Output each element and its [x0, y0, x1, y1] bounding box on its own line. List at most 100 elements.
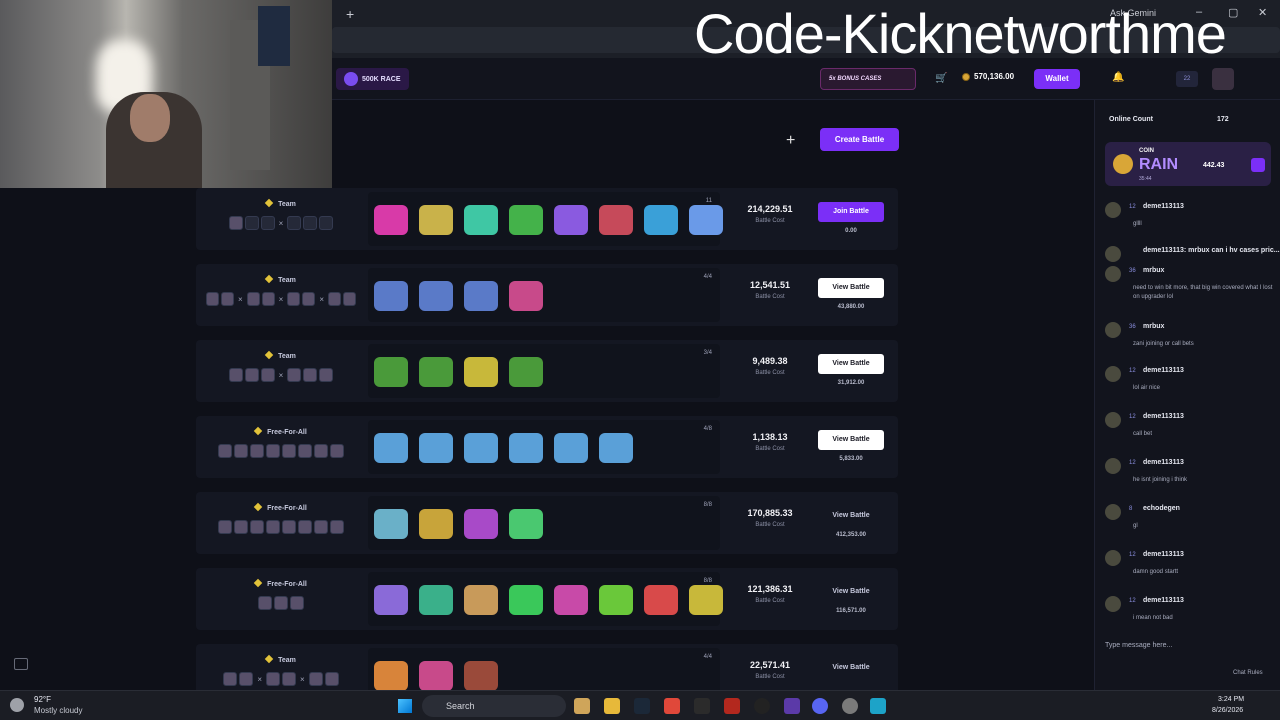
- player-avatar[interactable]: [298, 520, 312, 534]
- view-battle-button[interactable]: View Battle: [818, 658, 884, 678]
- player-avatar[interactable]: [314, 520, 328, 534]
- avatar[interactable]: [1105, 550, 1121, 566]
- chat-toggle-icon[interactable]: [14, 658, 28, 670]
- username[interactable]: deme113113: [1143, 597, 1184, 604]
- empty-seat[interactable]: [303, 216, 318, 230]
- player-avatar[interactable]: [319, 368, 334, 382]
- race-banner[interactable]: 500K RACE: [336, 68, 409, 90]
- app-icon-blue[interactable]: [870, 698, 886, 714]
- username[interactable]: deme113113: mrbux can i hv cases pric...: [1143, 247, 1280, 254]
- username[interactable]: mrbux: [1143, 323, 1164, 330]
- player-avatar[interactable]: [260, 368, 275, 382]
- rain-join-button[interactable]: [1251, 158, 1265, 172]
- twitch-icon[interactable]: [784, 698, 800, 714]
- avatar[interactable]: [1105, 246, 1121, 262]
- avatar[interactable]: [1212, 68, 1234, 90]
- empty-seat[interactable]: [244, 216, 259, 230]
- player-avatar[interactable]: [244, 368, 259, 382]
- player-avatar[interactable]: [328, 292, 342, 306]
- empty-seat[interactable]: [260, 216, 275, 230]
- cart-icon[interactable]: 🛒: [935, 73, 947, 84]
- player-avatar[interactable]: [221, 292, 234, 306]
- player-avatar[interactable]: [258, 596, 272, 610]
- rain-widget[interactable]: COIN RAIN 35:44 442.43: [1105, 142, 1271, 186]
- player-avatar[interactable]: [218, 520, 232, 534]
- username[interactable]: deme113113: [1143, 459, 1184, 466]
- avatar[interactable]: [1105, 412, 1121, 428]
- github-icon[interactable]: [754, 698, 770, 714]
- avatar[interactable]: [1105, 458, 1121, 474]
- player-avatar[interactable]: [228, 216, 243, 230]
- player-avatar[interactable]: [261, 292, 275, 306]
- player-avatar[interactable]: [266, 672, 280, 686]
- view-battle-button[interactable]: View Battle: [818, 582, 884, 602]
- player-avatar[interactable]: [287, 368, 302, 382]
- view-battle-button[interactable]: View Battle: [818, 278, 884, 298]
- chat-rules-link[interactable]: Chat Rules: [1233, 670, 1263, 676]
- empty-seat[interactable]: [287, 216, 302, 230]
- player-avatar[interactable]: [218, 444, 232, 458]
- chat-input[interactable]: Type message here...: [1105, 642, 1271, 654]
- avatar[interactable]: [1105, 202, 1121, 218]
- player-avatar[interactable]: [308, 672, 323, 686]
- taskbar-search[interactable]: Search: [422, 695, 566, 717]
- wallet-button[interactable]: Wallet: [1034, 69, 1080, 89]
- avatar[interactable]: [1105, 504, 1121, 520]
- discord-icon[interactable]: [812, 698, 828, 714]
- close-icon[interactable]: ✕: [1258, 6, 1267, 19]
- maximize-icon[interactable]: ▢: [1228, 6, 1238, 19]
- player-avatar[interactable]: [303, 368, 318, 382]
- username[interactable]: deme113113: [1143, 367, 1184, 374]
- chrome-icon[interactable]: [664, 698, 680, 714]
- view-battle-button[interactable]: View Battle: [818, 506, 884, 526]
- player-avatar[interactable]: [298, 444, 312, 458]
- player-avatar[interactable]: [274, 596, 288, 610]
- player-avatar[interactable]: [266, 444, 280, 458]
- join-battle-button[interactable]: Join Battle: [818, 202, 884, 222]
- app-icon-gray[interactable]: [842, 698, 858, 714]
- player-avatar[interactable]: [287, 292, 301, 306]
- player-avatar[interactable]: [282, 520, 296, 534]
- windows-start-icon[interactable]: [398, 699, 412, 713]
- player-avatar[interactable]: [324, 672, 339, 686]
- avatar[interactable]: [1105, 366, 1121, 382]
- username[interactable]: deme113113: [1143, 551, 1184, 558]
- app-icon[interactable]: [694, 698, 710, 714]
- player-avatar[interactable]: [206, 292, 219, 306]
- player-avatar[interactable]: [266, 520, 280, 534]
- player-avatar[interactable]: [239, 672, 254, 686]
- empty-seat[interactable]: [319, 216, 334, 230]
- view-battle-button[interactable]: View Battle: [818, 430, 884, 450]
- player-avatar[interactable]: [223, 672, 238, 686]
- new-tab-button[interactable]: +: [346, 6, 354, 22]
- steam-icon[interactable]: [634, 698, 650, 714]
- player-avatar[interactable]: [302, 292, 316, 306]
- player-avatar[interactable]: [330, 520, 344, 534]
- player-avatar[interactable]: [234, 444, 248, 458]
- bonus-cases-button[interactable]: 5x BONUS CASES: [820, 68, 916, 90]
- username[interactable]: deme113113: [1143, 413, 1184, 420]
- username[interactable]: echodegen: [1143, 505, 1180, 512]
- player-avatar[interactable]: [282, 444, 296, 458]
- player-avatar[interactable]: [330, 444, 344, 458]
- username[interactable]: mrbux: [1143, 267, 1164, 274]
- player-avatar[interactable]: [234, 520, 248, 534]
- player-avatar[interactable]: [290, 596, 304, 610]
- app-icon-red[interactable]: [724, 698, 740, 714]
- player-avatar[interactable]: [246, 292, 260, 306]
- avatar[interactable]: [1105, 596, 1121, 612]
- player-avatar[interactable]: [250, 444, 264, 458]
- view-battle-button[interactable]: View Battle: [818, 354, 884, 374]
- username[interactable]: deme113113: [1143, 203, 1184, 210]
- avatar[interactable]: [1105, 322, 1121, 338]
- create-battle-button[interactable]: Create Battle: [820, 128, 899, 151]
- player-avatar[interactable]: [228, 368, 243, 382]
- player-avatar[interactable]: [282, 672, 296, 686]
- player-avatar[interactable]: [250, 520, 264, 534]
- task-view-icon[interactable]: [574, 698, 590, 714]
- avatar[interactable]: [1105, 266, 1121, 282]
- player-avatar[interactable]: [314, 444, 328, 458]
- bell-icon[interactable]: 🔔: [1112, 72, 1124, 83]
- file-explorer-icon[interactable]: [604, 698, 620, 714]
- player-avatar[interactable]: [343, 292, 357, 306]
